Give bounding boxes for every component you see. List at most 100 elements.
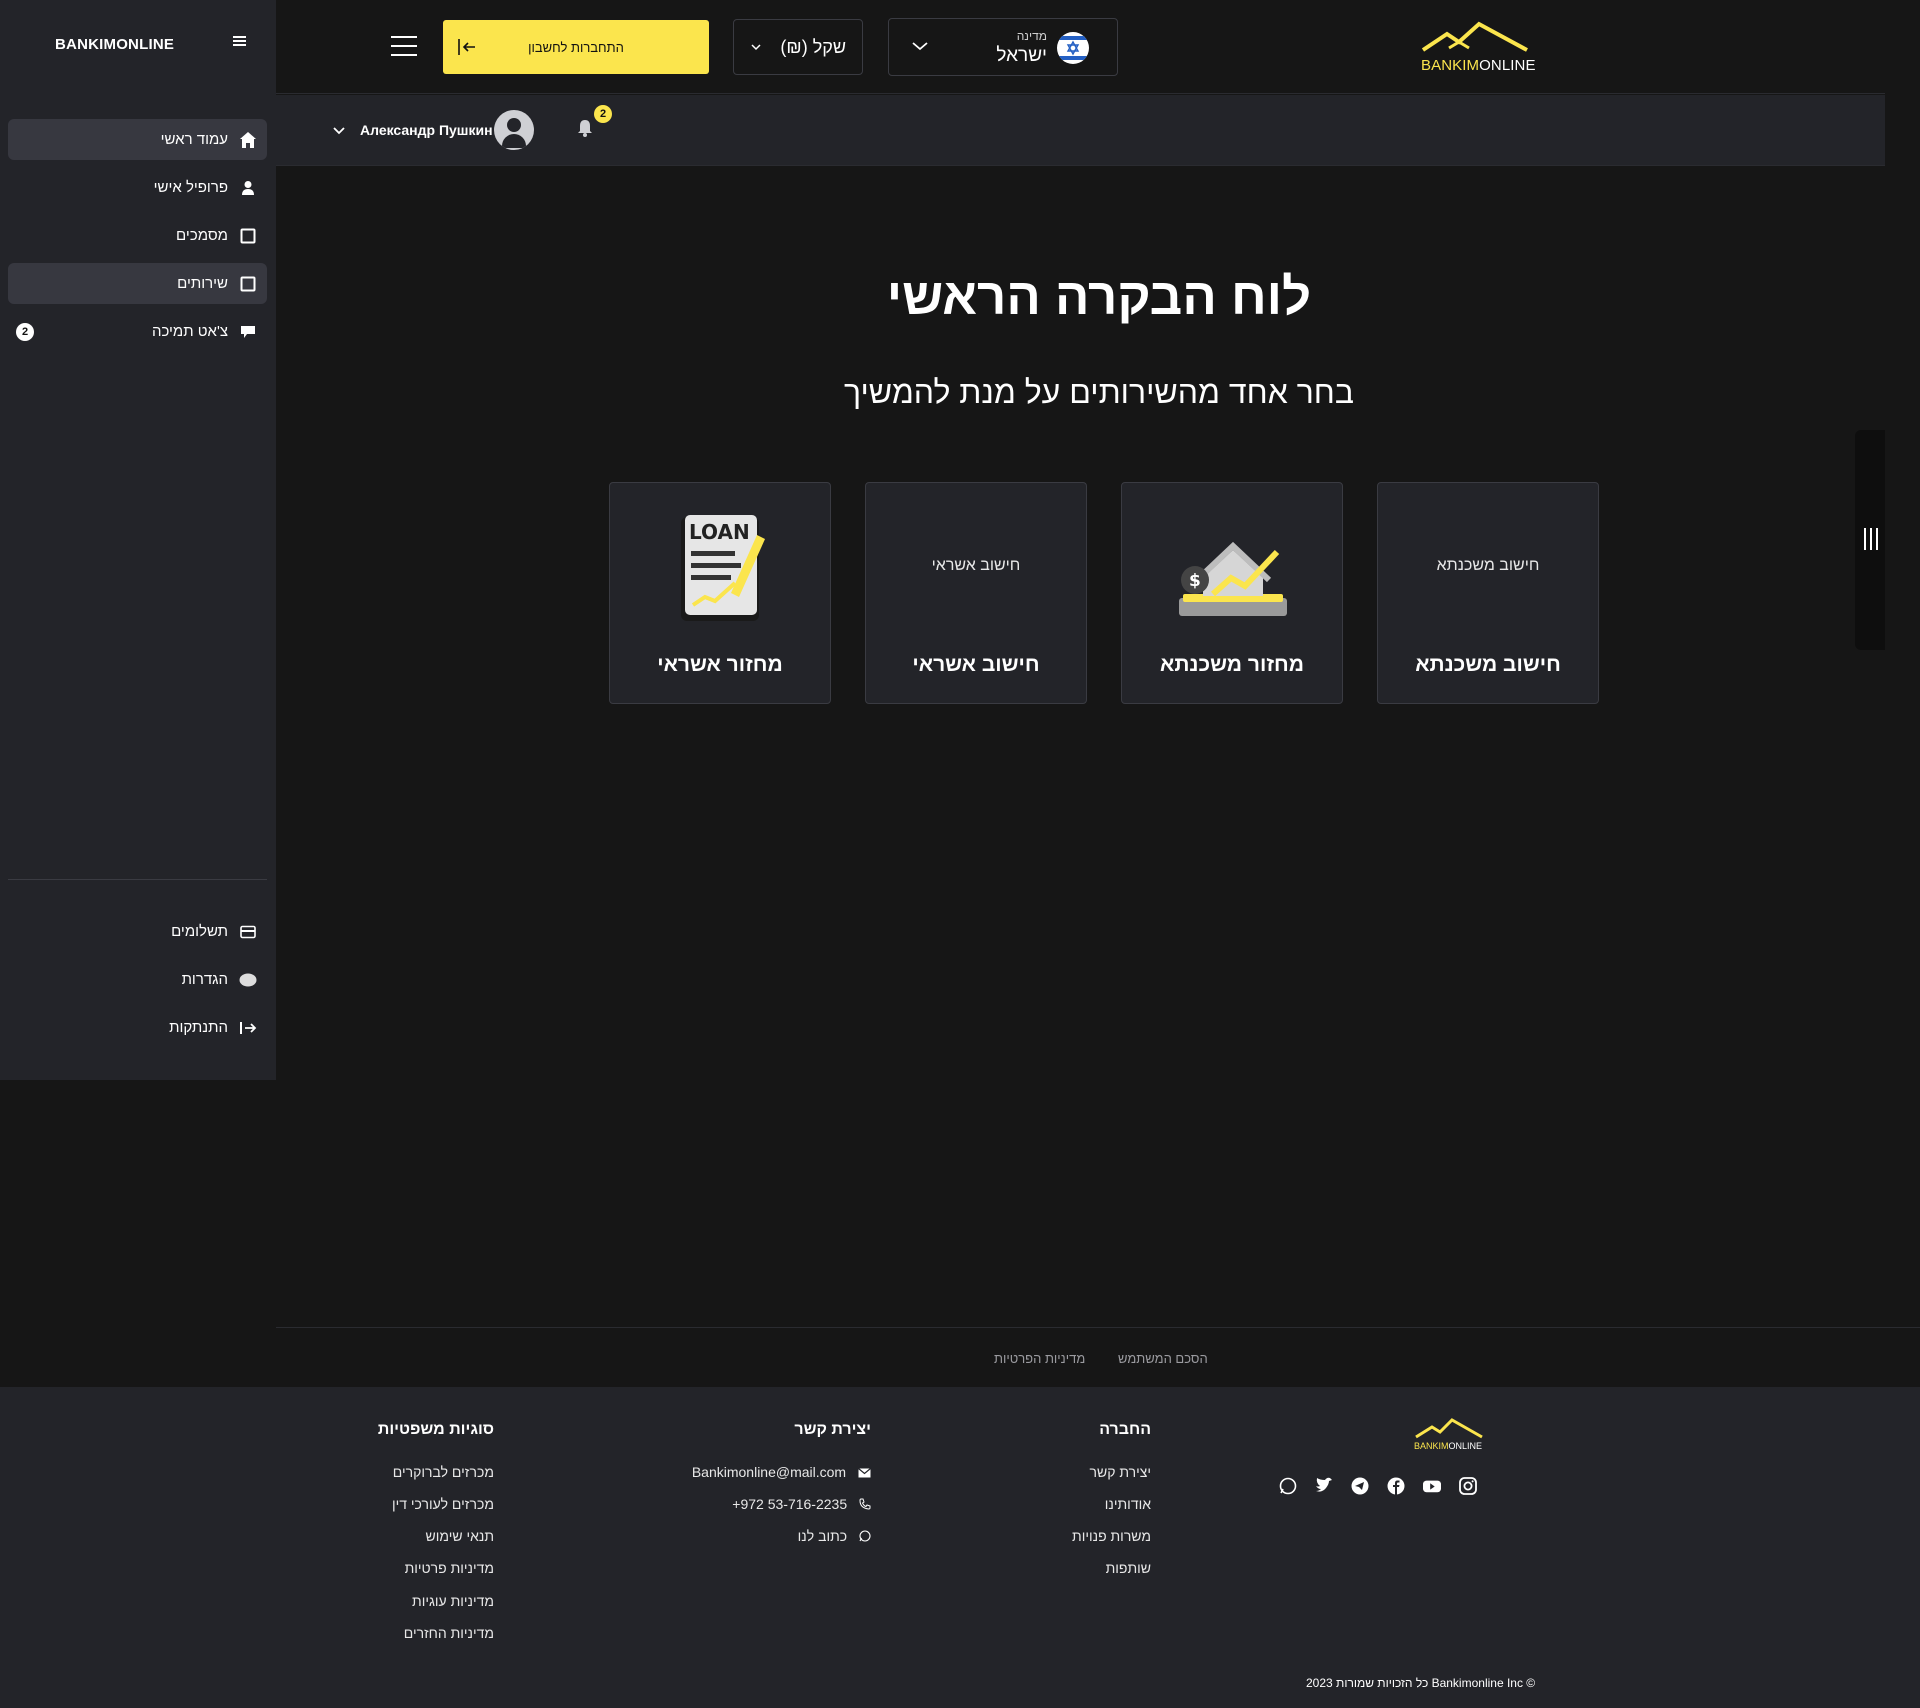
country-select[interactable]: מדינה ישראל (888, 18, 1118, 76)
service-card-credit-calculation[interactable]: חישוב אשראי חישוב אשראי (865, 482, 1087, 704)
logo-text-online: ONLINE (1448, 1441, 1483, 1451)
logo[interactable]: BANKIMONLINE (1419, 20, 1535, 76)
mail-icon (858, 1465, 871, 1481)
user-menu-chevron-icon[interactable] (332, 123, 346, 141)
whatsapp-icon[interactable] (1279, 1477, 1297, 1495)
service-card-mortgage-refinance[interactable]: $ מחזור משכנתא (1121, 482, 1343, 704)
house-refinance-image: $ (1173, 538, 1291, 627)
footer-link-broker-tenders[interactable]: מכרזים לברוקרים (393, 1464, 494, 1480)
social-links (1279, 1477, 1477, 1495)
footer: BANKIMONLINE החברה יצירת קשר אודותינו מש… (0, 1387, 1920, 1708)
main-menu-button[interactable] (391, 36, 417, 58)
broken-image-placeholder: חישוב אשראי (931, 557, 1021, 574)
right-edge-strip (1885, 0, 1920, 1080)
svg-text:$: $ (1189, 571, 1201, 591)
logo-text-bankim: BANKIM (1421, 57, 1480, 74)
sidebar: BANKIMONLINE עמוד ראשי פרופיל אישי מסמכי… (0, 0, 276, 1080)
services-icon (238, 274, 258, 294)
footer-link-refunds[interactable]: מדיניות החזרים (404, 1625, 494, 1641)
avatar[interactable] (494, 110, 534, 150)
footer-company-title: החברה (1099, 1421, 1151, 1438)
sidebar-item-label: שירותים (177, 275, 228, 292)
page-title: לוח הבקרה הראשי (886, 268, 1312, 325)
document-icon (238, 226, 258, 246)
footer-link-terms[interactable]: תנאי שימוש (426, 1528, 495, 1544)
broken-image-placeholder: חישוב משכנתא (1436, 557, 1540, 574)
user-icon (238, 178, 258, 198)
instagram-icon[interactable] (1459, 1477, 1477, 1495)
footer-link-lawyer-tenders[interactable]: מכרזים לעורכי דין (392, 1496, 494, 1512)
notifications-badge: 2 (594, 105, 612, 123)
footer-contact-title: יצירת קשר (794, 1421, 871, 1438)
chevron-down-icon (911, 39, 929, 57)
sidebar-item-profile[interactable]: פרופיל אישי (8, 167, 267, 208)
country-value: ישראל (996, 45, 1047, 66)
logo-text-bankim: BANKIM (1414, 1441, 1449, 1451)
chevron-down-icon (750, 38, 762, 56)
sidebar-item-settings[interactable]: הגדרות (8, 959, 267, 1000)
footer-link-privacy[interactable]: מדיניות פרטיות (405, 1560, 494, 1576)
whatsapp-icon (859, 1529, 871, 1545)
sidebar-collapse-button[interactable] (229, 34, 249, 52)
service-card-mortgage-calculation[interactable]: חישוב משכנתא חישוב משכנתא (1377, 482, 1599, 704)
twitter-icon[interactable] (1315, 1477, 1333, 1495)
svg-text:LOAN: LOAN (689, 520, 750, 544)
legal-links-bar: הסכם המשתמש מדיניות הפרטיות (276, 1327, 1920, 1387)
copyright-text: 2023 כל הזכויות שמורות Bankimonline Inc … (1306, 1676, 1536, 1690)
service-card-label: מחזור משכנתא (1160, 653, 1304, 676)
footer-write-us[interactable]: כתוב לנו (798, 1528, 871, 1545)
service-card-credit-refinance[interactable]: LOAN מחזור אשראי (609, 482, 831, 704)
footer-link-partnership[interactable]: שותפות (1106, 1560, 1151, 1576)
sidebar-item-payments[interactable]: תשלומים (8, 911, 267, 952)
bell-icon[interactable] (577, 119, 593, 142)
currency-value: (₪) שקל (780, 36, 846, 57)
main-content: לוח הבקרה הראשי בחר אחד מהשירותים על מנת… (276, 167, 1885, 1080)
country-label: מדינה (1016, 29, 1047, 43)
sidebar-item-label: צ'אט תמיכה (151, 323, 228, 340)
sidebar-item-logout[interactable]: התנתקות (8, 1007, 267, 1048)
home-icon (238, 130, 258, 150)
privacy-link[interactable]: מדיניות הפרטיות (994, 1351, 1085, 1366)
footer-phone[interactable]: +972 53-716-2235 (732, 1496, 871, 1513)
footer-logo[interactable]: BANKIMONLINE (1414, 1417, 1484, 1451)
sidebar-title: BANKIMONLINE (55, 36, 175, 53)
currency-select[interactable]: (₪) שקל (733, 19, 863, 75)
login-button[interactable]: התחברות לחשבון (443, 20, 709, 74)
side-panel-handle[interactable] (1855, 430, 1885, 650)
sidebar-item-services[interactable]: שירותים (8, 263, 267, 304)
top-bar: התחברות לחשבון (₪) שקל מדינה ישראל BANKI… (276, 0, 1885, 94)
sidebar-item-support-chat[interactable]: 2 צ'אט תמיכה (8, 311, 267, 352)
sidebar-item-label: התנתקות (169, 1019, 228, 1036)
phone-icon (859, 1497, 871, 1513)
sidebar-item-home[interactable]: עמוד ראשי (8, 119, 267, 160)
credit-card-icon (238, 922, 258, 942)
sidebar-item-label: תשלומים (171, 923, 228, 940)
israel-flag-icon (1057, 32, 1089, 64)
login-button-label: התחברות לחשבון (528, 39, 624, 55)
chat-unread-badge: 2 (16, 323, 34, 341)
footer-email[interactable]: Bankimonline@mail.com (692, 1464, 871, 1481)
footer-link-about[interactable]: אודותינו (1105, 1496, 1151, 1512)
service-card-label: חישוב משכנתא (1415, 653, 1561, 676)
service-card-label: מחזור אשראי (657, 653, 783, 676)
sidebar-item-label: מסמכים (176, 227, 228, 244)
sidebar-item-label: פרופיל אישי (153, 179, 228, 196)
login-icon (457, 37, 477, 60)
telegram-icon[interactable] (1351, 1477, 1369, 1495)
user-bar: Александр Пушкин 2 (276, 95, 1885, 166)
youtube-icon[interactable] (1423, 1477, 1441, 1495)
facebook-icon[interactable] (1387, 1477, 1405, 1495)
footer-link-cookies[interactable]: מדיניות עוגיות (412, 1593, 494, 1609)
loan-document-image: LOAN (675, 513, 765, 630)
sidebar-item-label: הגדרות (181, 971, 228, 988)
footer-legal-title: סוגיות משפטיות (377, 1421, 494, 1438)
page-subtitle: בחר אחד מהשירותים על מנת להמשיך (844, 374, 1354, 410)
chat-icon (238, 322, 258, 342)
footer-link-contact[interactable]: יצירת קשר (1090, 1464, 1151, 1480)
user-name[interactable]: Александр Пушкин (360, 122, 493, 138)
sidebar-divider (8, 879, 267, 880)
footer-link-careers[interactable]: משרות פנויות (1072, 1528, 1151, 1544)
sidebar-item-documents[interactable]: מסמכים (8, 215, 267, 256)
terms-link[interactable]: הסכם המשתמש (1118, 1351, 1208, 1366)
logo-text-online: ONLINE (1479, 57, 1536, 74)
